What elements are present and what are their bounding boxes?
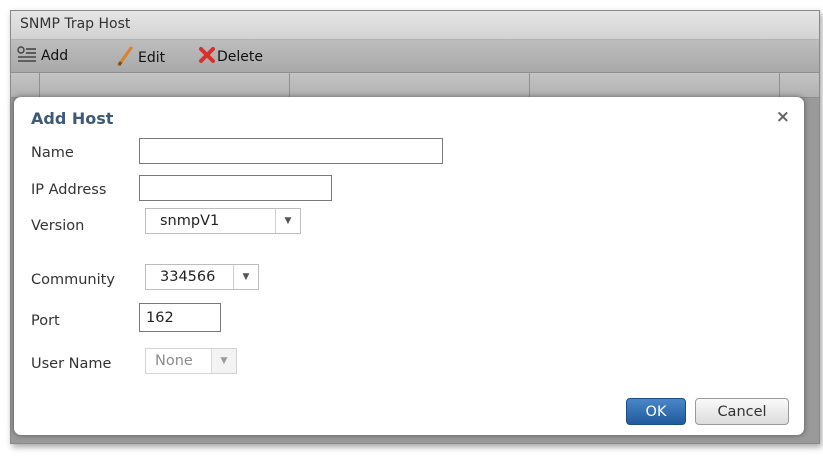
- user-name-label: User Name: [31, 356, 112, 372]
- column-divider: [779, 73, 780, 97]
- community-select[interactable]: 334566 ▼: [145, 264, 259, 290]
- cancel-button[interactable]: Cancel: [695, 398, 789, 425]
- add-host-dialog: Add Host × Name IP Address Version snmpV…: [14, 97, 804, 435]
- table-header: [11, 73, 819, 98]
- toolbar: Add Edit Delete: [11, 40, 819, 73]
- name-label: Name: [31, 145, 74, 161]
- port-field[interactable]: [139, 303, 221, 332]
- panel-title: SNMP Trap Host: [20, 16, 131, 32]
- community-label: Community: [31, 272, 115, 288]
- column-divider: [39, 73, 40, 97]
- close-icon[interactable]: ×: [776, 108, 790, 126]
- chevron-down-icon: ▼: [275, 209, 300, 233]
- name-field[interactable]: [139, 138, 443, 164]
- version-select[interactable]: snmpV1 ▼: [145, 208, 301, 234]
- column-divider: [529, 73, 530, 97]
- panel-header: SNMP Trap Host: [11, 11, 819, 40]
- dialog-title: Add Host: [31, 109, 114, 128]
- chevron-down-icon: ▼: [211, 349, 236, 373]
- chevron-down-icon: ▼: [233, 265, 258, 289]
- port-label: Port: [31, 313, 60, 329]
- user-name-value: None: [155, 353, 193, 369]
- red-x-icon: [198, 46, 216, 68]
- delete-label: Delete: [217, 49, 263, 65]
- ip-address-label: IP Address: [31, 182, 107, 198]
- ok-button[interactable]: OK: [626, 398, 686, 425]
- add-label: Add: [41, 48, 69, 64]
- version-value: snmpV1: [160, 213, 220, 229]
- community-value: 334566: [160, 269, 216, 285]
- ip-address-field[interactable]: [139, 175, 332, 201]
- pencil-icon: [116, 46, 134, 70]
- version-label: Version: [31, 218, 85, 234]
- user-name-select: None ▼: [145, 348, 237, 374]
- edit-label: Edit: [138, 50, 166, 66]
- add-button[interactable]: Add: [17, 46, 68, 66]
- add-list-icon: [17, 46, 37, 66]
- delete-button[interactable]: Delete: [198, 46, 263, 68]
- column-divider: [289, 73, 290, 97]
- edit-button[interactable]: Edit: [116, 46, 165, 70]
